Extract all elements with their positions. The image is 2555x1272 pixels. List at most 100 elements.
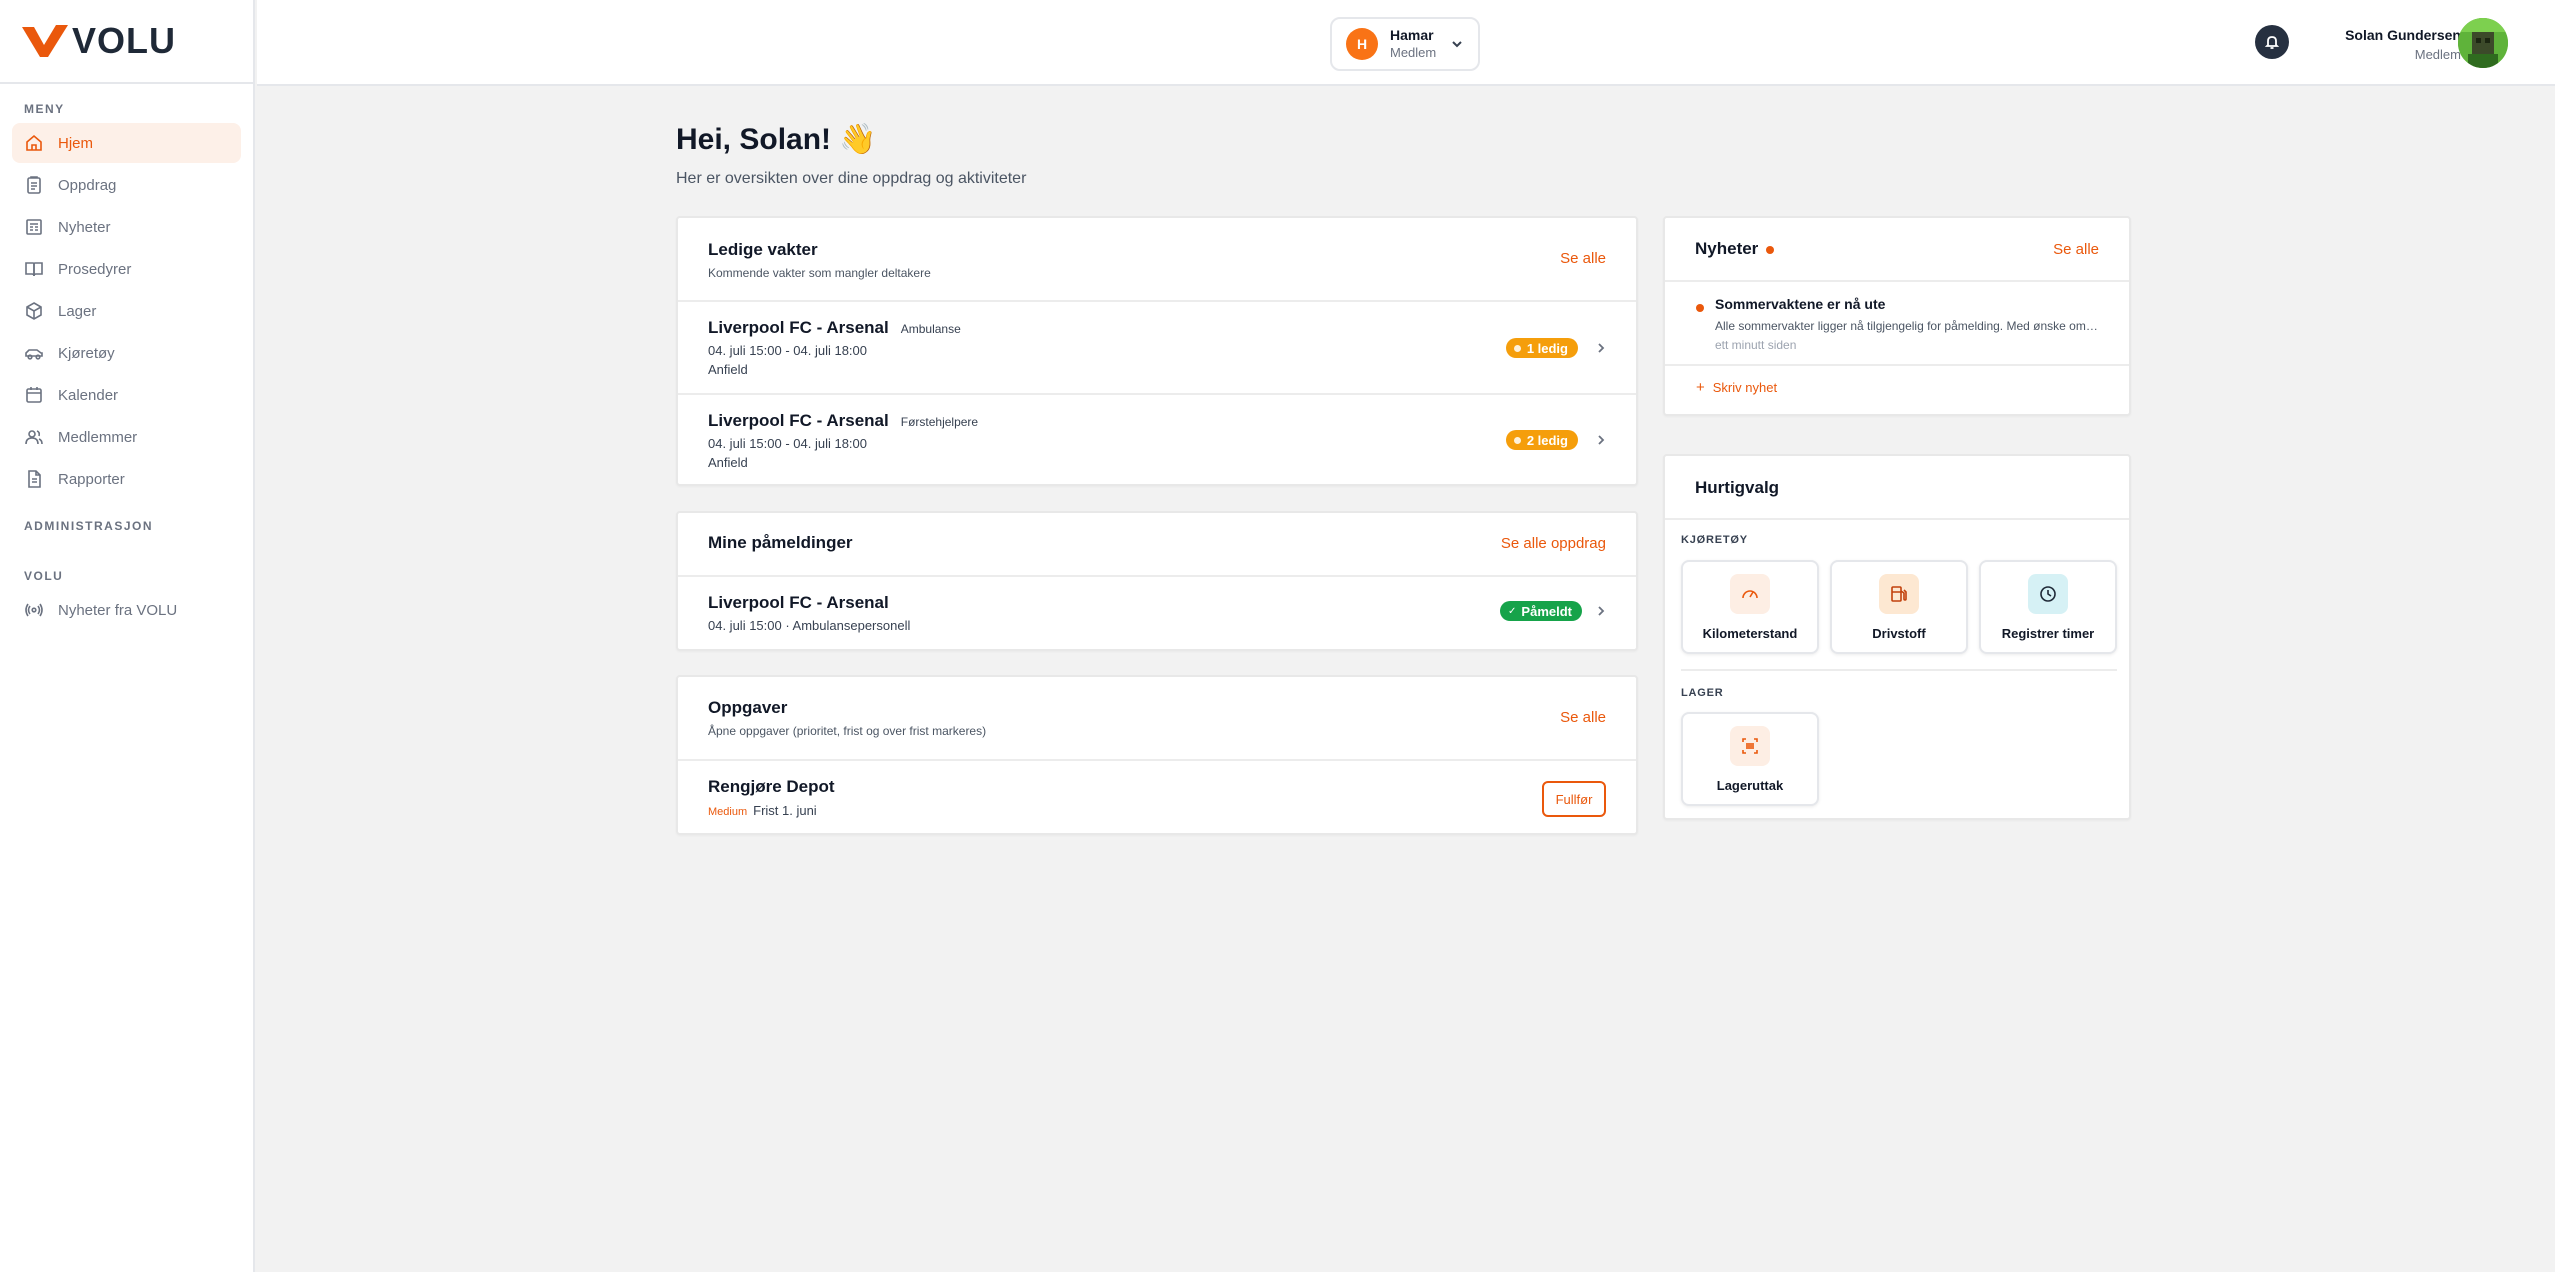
org-role: Medlem	[1390, 45, 1437, 60]
see-all-tasks-link[interactable]: Se alle	[1560, 709, 1606, 726]
tile-icon-bg	[1730, 726, 1770, 766]
car-icon	[25, 349, 43, 360]
news-timestamp: ett minutt siden	[1715, 338, 1797, 352]
user-role: Medlem	[2414, 47, 2461, 62]
shift-time: 04. juli 15:00 - 04. juli 18:00	[708, 436, 867, 451]
see-all-news-link[interactable]: Se alle	[2053, 241, 2099, 258]
storage-withdrawal-tile[interactable]: Lageruttak	[1681, 712, 1819, 806]
tile-label: Kilometerstand	[1702, 626, 1798, 641]
sidebar-item-label: Kjøretøy	[58, 344, 115, 362]
shift-role-tag: Ambulanse	[900, 322, 961, 336]
badge-label: 1 ledig	[1526, 340, 1568, 356]
card-subtitle: Åpne oppgaver (prioritet, frist og over …	[708, 724, 987, 738]
notifications-button[interactable]	[2255, 25, 2289, 59]
organization-switcher[interactable]: H Hamar Medlem	[1330, 17, 1480, 71]
sidebar-item-kalender[interactable]: Kalender	[12, 375, 241, 415]
see-all-assignments-link[interactable]: Se alle oppdrag	[1501, 535, 1606, 552]
chevron-right-icon	[1598, 435, 1605, 445]
badge-label: 2 ledig	[1526, 432, 1568, 448]
chevron-down-icon	[1452, 41, 1462, 48]
broadcast-icon	[25, 603, 43, 617]
status-badge: 1 ledig	[1505, 338, 1578, 358]
sidebar-item-label: Prosedyrer	[58, 260, 132, 278]
quick-actions-card: Hurtigvalg KJØRETØY Kilometerstand Drivs…	[1663, 454, 2131, 820]
sidebar-item-label: Oppdrag	[58, 176, 117, 194]
sidebar-item-label: Nyheter	[58, 218, 111, 236]
my-registrations-card: Mine påmeldinger Se alle oppdrag Liverpo…	[676, 511, 1638, 651]
status-badge: 2 ledig	[1505, 430, 1578, 450]
badge-dot	[1513, 436, 1521, 444]
avatar[interactable]	[2458, 18, 2508, 68]
page-subtitle: Her er oversikten over dine oppdrag og a…	[676, 170, 1027, 187]
write-news-label: Skriv nyhet	[1712, 379, 1778, 395]
org-name: Hamar	[1390, 27, 1434, 43]
sidebar-item-kjoretoy[interactable]: Kjøretøy	[12, 333, 241, 373]
volu-logo-mark	[22, 25, 68, 57]
shift-place: Anfield	[708, 455, 748, 470]
fuel-icon	[1891, 586, 1907, 602]
chevron-right-icon	[1598, 343, 1605, 353]
user-info[interactable]: Solan Gundersen Medlem	[2345, 26, 2461, 64]
card-title: Oppgaver	[708, 698, 788, 717]
write-news-button[interactable]: + Skriv nyhet	[1665, 366, 2129, 408]
task-title: Rengjøre Depot	[708, 777, 835, 796]
complete-task-button[interactable]: Fullfør	[1542, 781, 1606, 817]
box-icon	[26, 302, 42, 320]
sidebar-item-label: Nyheter fra VOLU	[58, 601, 178, 619]
page-title: Hei, Solan! 👋	[676, 123, 877, 156]
bell-icon	[2264, 36, 2280, 49]
topbar: H Hamar Medlem Solan Gundersen Medlem	[257, 0, 2555, 86]
registration-row[interactable]: Liverpool FC - Arsenal 04. juli 15:00 · …	[678, 577, 1636, 649]
sidebar-item-label: Kalender	[58, 386, 119, 404]
user-name: Solan Gundersen	[2345, 27, 2461, 43]
calendar-icon	[26, 387, 42, 403]
plus-icon: +	[1696, 378, 1705, 396]
sidebar-item-oppdrag[interactable]: Oppdrag	[12, 165, 241, 205]
shift-role-tag: Førstehjelpere	[900, 415, 979, 429]
file-icon	[28, 470, 41, 488]
sidebar-item-prosedyrer[interactable]: Prosedyrer	[12, 249, 241, 289]
card-title: Nyheter	[1695, 239, 1759, 258]
available-shifts-card: Ledige vakter Kommende vakter som mangle…	[676, 216, 1638, 486]
shift-time: 04. juli 15:00 - 04. juli 18:00	[708, 343, 867, 358]
sidebar-item-nyheter[interactable]: Nyheter	[12, 207, 241, 247]
card-title: Mine påmeldinger	[708, 533, 853, 552]
sidebar-item-hjem[interactable]: Hjem	[12, 123, 241, 163]
shift-row[interactable]: Liverpool FC - Arsenal Ambulanse 04. juli…	[678, 302, 1636, 395]
sidebar-item-medlemmer[interactable]: Medlemmer	[12, 417, 241, 457]
card-subtitle: Kommende vakter som mangler deltakere	[708, 266, 931, 280]
registration-title: Liverpool FC - Arsenal	[708, 593, 889, 612]
clock-icon	[2040, 586, 2056, 602]
logo[interactable]: VOLU	[0, 0, 253, 84]
sidebar-item-rapporter[interactable]: Rapporter	[12, 459, 241, 499]
news-item[interactable]: Sommervaktene er nå ute Alle sommervakte…	[1665, 282, 2129, 366]
sidebar-item-label: Hjem	[58, 134, 94, 152]
org-avatar: H	[1346, 28, 1378, 60]
sidebar: VOLU MENY Hjem Oppdrag Nyheter Prosedyre…	[0, 0, 255, 1272]
sidebar-item-nyheter-fra-volu[interactable]: Nyheter fra VOLU	[12, 590, 241, 630]
task-row[interactable]: Rengjøre Depot Medium Frist 1. juni Fullf…	[678, 761, 1636, 833]
card-title: Ledige vakter	[708, 240, 818, 259]
news-excerpt: Alle sommervakter ligger nå tilgjengelig…	[1715, 319, 2099, 333]
fuel-tile[interactable]: Drivstoff	[1830, 560, 1968, 654]
chevron-right-icon	[1598, 606, 1605, 616]
shift-title: Liverpool FC - Arsenal	[708, 318, 889, 337]
tile-icon-bg	[1730, 574, 1770, 614]
tile-icon-bg	[1879, 574, 1919, 614]
shift-row[interactable]: Liverpool FC - Arsenal Førstehjelpere 04.…	[678, 395, 1636, 484]
section-label-vehicle: KJØRETØY	[1681, 534, 1748, 546]
tile-label: Lageruttak	[1716, 778, 1784, 793]
section-label-storage: LAGER	[1681, 687, 1724, 699]
task-deadline: Frist 1. juni	[753, 803, 817, 818]
avatar-image	[2458, 18, 2508, 68]
logo-wordmark: VOLU	[72, 20, 177, 61]
news-title: Sommervaktene er nå ute	[1715, 296, 1886, 312]
card-title: Hurtigvalg	[1695, 478, 1780, 497]
register-hours-tile[interactable]: Registrer timer	[1979, 560, 2117, 654]
see-all-shifts-link[interactable]: Se alle	[1560, 250, 1606, 267]
badge-label: Påmeldt	[1521, 603, 1572, 619]
shift-place: Anfield	[708, 362, 748, 377]
sidebar-item-lager[interactable]: Lager	[12, 291, 241, 331]
unread-dot	[1766, 245, 1775, 254]
odometer-tile[interactable]: Kilometerstand	[1681, 560, 1819, 654]
